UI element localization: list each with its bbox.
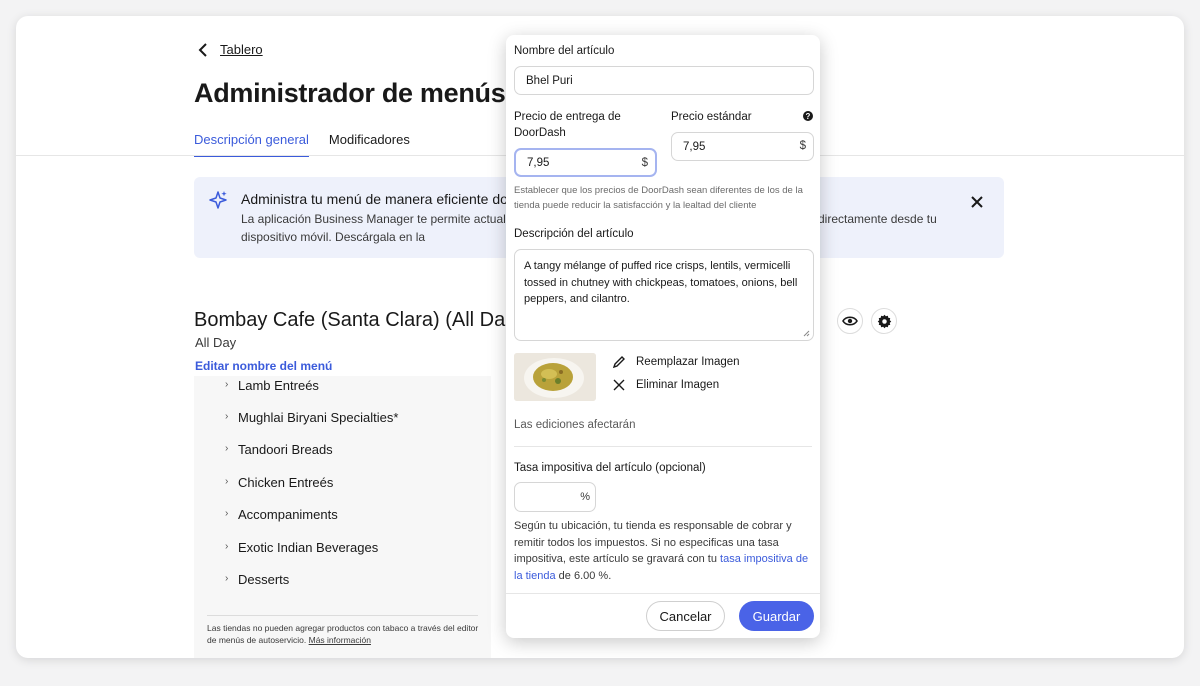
- item-name-input[interactable]: Bhel Puri: [514, 66, 814, 95]
- category-label: Exotic Indian Beverages: [238, 540, 379, 555]
- edit-menu-name-link[interactable]: Editar nombre del menú: [195, 359, 332, 373]
- category-item[interactable]: › Lamb Entreés: [225, 378, 319, 393]
- std-price-label: Precio estándar: [671, 111, 752, 123]
- item-name-value: Bhel Puri: [526, 75, 573, 87]
- remove-image-label: Eliminar Imagen: [636, 379, 720, 391]
- tax-rate-input[interactable]: %: [514, 482, 596, 512]
- chevron-right-icon: ›: [225, 476, 229, 487]
- more-info-link[interactable]: Más información: [309, 635, 371, 645]
- menu-name: Bombay Cafe (Santa Clara) (All Da: [194, 309, 506, 331]
- banner-body-right: directamente desde tu: [818, 212, 937, 226]
- category-label: Desserts: [238, 572, 290, 587]
- category-list: › Lamb Entreés › Mughlai Biryani Specialti…: [194, 376, 491, 658]
- item-name-label: Nombre del artículo: [514, 45, 615, 57]
- edits-note: Las ediciones afectarán: [514, 419, 636, 431]
- description-value: A tangy mélange of puffed rice crisps, l…: [524, 260, 798, 305]
- tab-overview[interactable]: Descripción general: [194, 132, 309, 157]
- tax-label: Tasa impositiva del artículo (opcional): [514, 462, 706, 474]
- category-label: Lamb Entreés: [238, 378, 319, 393]
- app-window: Tablero Administrador de menús Descripci…: [16, 16, 1184, 658]
- chevron-right-icon: ›: [225, 541, 229, 552]
- save-button[interactable]: Guardar: [739, 601, 814, 631]
- percent-symbol: %: [580, 491, 590, 503]
- chevron-left-icon: [198, 42, 207, 57]
- gear-icon: [877, 314, 891, 328]
- description-label: Descripción del artículo: [514, 228, 634, 240]
- menu-subtitle: All Day: [195, 335, 237, 350]
- description-textarea[interactable]: A tangy mélange of puffed rice crisps, l…: [514, 249, 814, 341]
- svg-text:?: ?: [806, 112, 811, 121]
- footer-divider: [506, 593, 820, 594]
- close-icon[interactable]: [970, 195, 984, 209]
- close-icon: [613, 379, 625, 391]
- currency-symbol: $: [641, 157, 648, 169]
- tax-text-end: de 6.00 %.: [558, 569, 612, 582]
- category-label: Accompaniments: [238, 507, 338, 522]
- category-item[interactable]: › Mughlai Biryani Specialties*: [225, 410, 399, 425]
- remove-image-button[interactable]: Eliminar Imagen: [612, 378, 719, 392]
- dd-price-label: Precio de entrega de DoorDash: [514, 111, 621, 139]
- back-link[interactable]: Tablero: [198, 42, 263, 57]
- food-image: [514, 353, 596, 401]
- tobacco-note: Las tiendas no pueden agregar productos …: [207, 622, 487, 646]
- banner-title: Administra tu menú de manera eficiente d…: [241, 191, 508, 207]
- divider: [207, 615, 478, 616]
- resize-handle-icon[interactable]: [803, 330, 810, 337]
- category-item[interactable]: › Exotic Indian Beverages: [225, 540, 379, 555]
- dd-price-value: 7,95: [527, 157, 550, 169]
- eye-icon: [842, 316, 858, 326]
- category-item[interactable]: › Tandoori Breads: [225, 442, 333, 457]
- category-label: Mughlai Biryani Specialties*: [238, 410, 399, 425]
- tab-bar: Descripción general Modificadores: [194, 132, 410, 157]
- settings-button[interactable]: [871, 308, 897, 334]
- chevron-right-icon: ›: [225, 379, 229, 390]
- page-title: Administrador de menús: [194, 78, 506, 108]
- std-price-input[interactable]: 7,95 $: [671, 132, 814, 161]
- cancel-button[interactable]: Cancelar: [646, 601, 725, 631]
- tax-explanation: Según tu ubicación, tu tienda es respons…: [514, 518, 814, 584]
- tab-modifiers[interactable]: Modificadores: [329, 132, 410, 157]
- chevron-right-icon: ›: [225, 508, 229, 519]
- std-price-value: 7,95: [683, 141, 706, 153]
- pencil-icon: [612, 356, 625, 369]
- currency-symbol: $: [799, 140, 806, 152]
- dd-price-input[interactable]: 7,95 $: [514, 148, 657, 177]
- category-item[interactable]: › Accompaniments: [225, 507, 338, 522]
- preview-button[interactable]: [837, 308, 863, 334]
- category-item[interactable]: › Chicken Entreés: [225, 475, 334, 490]
- replace-image-label: Reemplazar Imagen: [636, 356, 740, 368]
- divider: [514, 446, 812, 447]
- replace-image-button[interactable]: Reemplazar Imagen: [612, 355, 740, 369]
- price-note: Establecer que los precios de DoorDash s…: [514, 185, 803, 211]
- chevron-right-icon: ›: [225, 443, 229, 454]
- category-label: Chicken Entreés: [238, 475, 334, 490]
- category-label: Tandoori Breads: [238, 442, 333, 457]
- chevron-right-icon: ›: [225, 573, 229, 584]
- sparkle-icon: [209, 191, 227, 209]
- edit-item-modal: Nombre del artículo Bhel Puri Precio de …: [506, 35, 820, 638]
- back-label[interactable]: Tablero: [220, 42, 263, 57]
- category-item[interactable]: › Desserts: [225, 572, 290, 587]
- item-image: [514, 353, 596, 401]
- help-icon[interactable]: ?: [803, 111, 813, 121]
- chevron-right-icon: ›: [225, 411, 229, 422]
